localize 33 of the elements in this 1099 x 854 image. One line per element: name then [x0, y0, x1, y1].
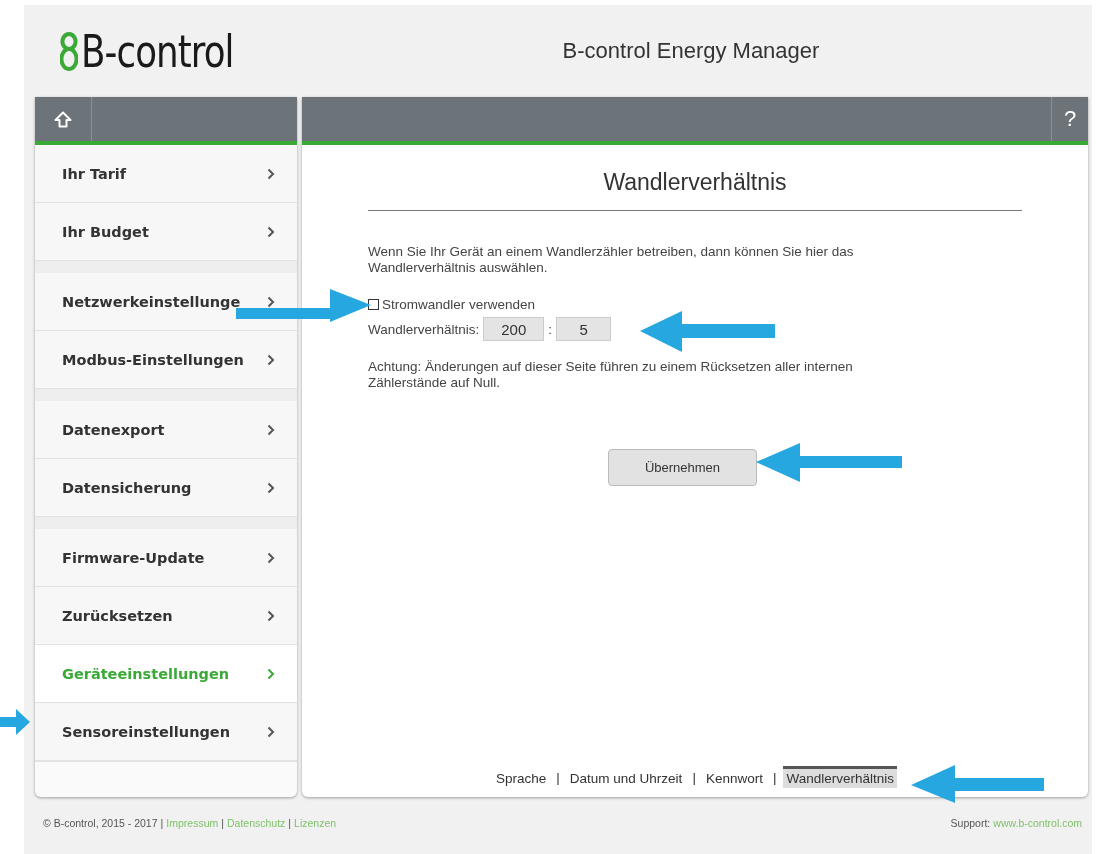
- sidebar-item[interactable]: Zurücksetzen: [35, 587, 297, 645]
- separator: |: [221, 817, 224, 829]
- page-heading: Wandlerverhältnis: [368, 169, 1022, 211]
- current-transformer-checkbox[interactable]: Stromwandler verwenden: [368, 297, 1022, 312]
- ratio-label: Wandlerverhältnis:: [368, 321, 480, 337]
- help-button[interactable]: ?: [1051, 97, 1088, 141]
- sidebar-item[interactable]: Modbus-Einstellungen: [35, 331, 297, 389]
- sidebar-item[interactable]: Datensicherung: [35, 459, 297, 517]
- separator: |: [288, 817, 292, 829]
- copyright-text: © B-control, 2015 - 2017: [43, 817, 158, 829]
- sidebar-item[interactable]: Firmware-Update: [35, 529, 297, 587]
- settings-tab[interactable]: Wandlerverhältnis: [783, 766, 897, 788]
- logo-text: B-control: [81, 25, 234, 77]
- settings-tab[interactable]: Kennwort: [702, 766, 766, 788]
- apply-button[interactable]: Übernehmen: [608, 449, 757, 486]
- sidebar-item[interactable]: Ihr Tarif: [35, 145, 297, 203]
- settings-tab[interactable]: Sprache: [493, 766, 550, 788]
- support-label: Support:: [950, 817, 991, 829]
- secondary-field[interactable]: 5: [556, 317, 612, 341]
- separator: |: [692, 769, 696, 785]
- separator: |: [556, 769, 560, 785]
- sidebar-item[interactable]: Datenexport: [35, 401, 297, 459]
- sidebar-item[interactable]: Netzwerkeinstellunge: [35, 273, 297, 331]
- intro-text: Wenn Sie Ihr Gerät an einem Wandlerzähler betreiben, dann können Sie hier das Wandlerverhältnis auswählen.: [368, 244, 855, 276]
- sidebar-item[interactable]: Sensoreinstellungen: [35, 703, 297, 761]
- separator: |: [772, 769, 777, 785]
- app-title: B-control Energy Manager: [561, 38, 821, 64]
- warning-text: Achtung: Änderungen auf dieser Seite führen zu einem Rücksetzen aller internen Zählerstände auf Null.: [368, 359, 854, 391]
- sidebar-item[interactable]: Ihr Budget: [35, 203, 297, 261]
- separator: |: [160, 817, 164, 829]
- primary-field[interactable]: 200: [483, 317, 545, 341]
- ratio-separator: :: [548, 321, 553, 337]
- settings-tab[interactable]: Datum und Uhrzeit: [566, 766, 686, 788]
